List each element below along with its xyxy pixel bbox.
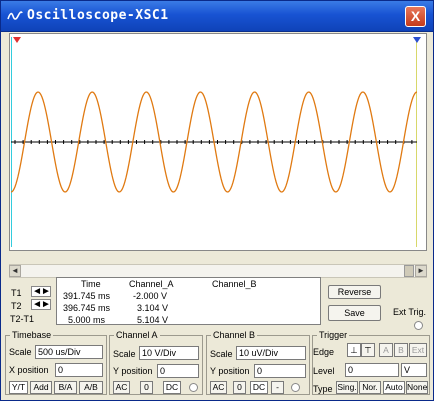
trigger-source-a[interactable]: A	[379, 343, 393, 357]
channel-a-dc-button[interactable]: DC	[163, 381, 181, 394]
header-time: Time	[81, 279, 101, 289]
channel-a-ac-button[interactable]: AC	[113, 381, 130, 394]
close-icon: X	[410, 8, 421, 24]
ext-trig-label: Ext Trig.	[393, 307, 427, 317]
channel-a-scale-label: Scale	[113, 349, 136, 359]
channel-a-ypos-field[interactable]: 0	[157, 364, 199, 378]
t2-channel-a: 3.104 V	[137, 303, 169, 313]
channel-a-group: Channel A Scale 10 V/Div Y position 0 AC…	[109, 330, 203, 395]
channel-b-ypos-label: Y position	[210, 366, 250, 376]
t2-label: T2	[11, 301, 22, 311]
falling-edge-icon: ⊤	[364, 345, 372, 355]
ext-trig-terminal[interactable]	[414, 321, 423, 330]
title-bar[interactable]: Oscilloscope-XSC1 X	[1, 1, 433, 32]
trigger-type-label: Type	[313, 384, 333, 394]
channel-b-label: Channel B	[211, 330, 258, 340]
trigger-type-auto[interactable]: Auto	[383, 381, 405, 394]
left-right-arrow-icon: ◄►	[32, 299, 51, 310]
scroll-thumb[interactable]	[404, 265, 414, 277]
channel-a-scale-field[interactable]: 10 V/Div	[139, 346, 199, 360]
channel-b-terminal[interactable]	[291, 383, 300, 392]
timebase-label: Timebase	[10, 330, 54, 340]
save-button[interactable]: Save	[328, 305, 381, 321]
cursor-readout-table: Time Channel_A Channel_B 391.745 ms -2.0…	[56, 277, 321, 325]
window-title: Oscilloscope-XSC1	[27, 8, 169, 23]
scroll-left-button[interactable]: ◄	[9, 265, 21, 277]
t1-label: T1	[11, 288, 22, 298]
channel-b-minus-button[interactable]: -	[271, 381, 284, 394]
trigger-type-none[interactable]: None	[406, 381, 428, 394]
horizontal-scrollbar[interactable]: ◄ ►	[9, 264, 427, 278]
header-channel-a: Channel_A	[129, 279, 174, 289]
channel-a-label: Channel A	[114, 330, 160, 340]
oscilloscope-window: Oscilloscope-XSC1 X ◄ ► T1 ◄► T2 ◄► T2-T…	[0, 0, 434, 401]
mode-ba-button[interactable]: B/A	[54, 381, 77, 394]
mode-ab-button[interactable]: A/B	[79, 381, 103, 394]
trigger-edge-label: Edge	[313, 347, 335, 357]
cursor-t2-marker[interactable]	[413, 37, 421, 44]
trigger-label: Trigger	[317, 330, 350, 340]
trigger-level-label: Level	[313, 366, 335, 376]
t2-arrow-button[interactable]: ◄►	[31, 299, 51, 310]
dt-channel-a: 5.104 V	[137, 315, 169, 325]
trigger-type-normal[interactable]: Nor.	[359, 381, 381, 394]
oscilloscope-icon	[7, 9, 23, 23]
trigger-source-b[interactable]: B	[394, 343, 408, 357]
edge-falling-button[interactable]: ⊤	[361, 343, 375, 357]
t1-arrow-button[interactable]: ◄►	[31, 286, 51, 297]
t1-time: 391.745 ms	[63, 291, 111, 301]
channel-b-ac-button[interactable]: AC	[210, 381, 227, 394]
timebase-scale-label: Scale	[9, 347, 32, 357]
timebase-group: Timebase Scale 500 us/Div X position 0 Y…	[5, 330, 107, 395]
edge-rising-button[interactable]: ⊥	[347, 343, 361, 357]
x-position-field[interactable]: 0	[55, 363, 103, 377]
scope-display[interactable]	[11, 37, 417, 247]
trigger-level-unit[interactable]: V	[401, 363, 427, 377]
trigger-type-single[interactable]: Sing.	[336, 381, 358, 394]
left-right-arrow-icon: ◄►	[32, 286, 51, 297]
channel-b-scale-label: Scale	[210, 349, 233, 359]
close-button[interactable]: X	[405, 6, 426, 27]
header-channel-b: Channel_B	[212, 279, 257, 289]
t1-channel-a: -2.000 V	[133, 291, 168, 301]
dt-time: 5.000 ms	[68, 315, 106, 325]
rising-edge-icon: ⊥	[350, 345, 358, 355]
t2-t1-label: T2-T1	[10, 314, 35, 324]
cursor-t1-marker[interactable]	[13, 37, 21, 44]
x-position-label: X position	[9, 365, 49, 375]
reverse-button[interactable]: Reverse	[328, 285, 381, 299]
mode-yt-button[interactable]: Y/T	[9, 381, 28, 394]
channel-b-zero-button[interactable]: 0	[233, 381, 246, 394]
channel-b-group: Channel B Scale 10 uV/Div Y position 0 A…	[206, 330, 310, 395]
channel-a-zero-button[interactable]: 0	[140, 381, 153, 394]
trigger-level-field[interactable]: 0	[345, 363, 399, 377]
chevron-left-icon: ◄	[11, 266, 19, 275]
trigger-group: Trigger Edge ⊥ ⊤ A B Ext Level 0 V Type …	[312, 330, 430, 395]
scroll-right-button[interactable]: ►	[415, 265, 427, 277]
channel-a-ypos-label: Y position	[113, 366, 153, 376]
t2-time: 396.745 ms	[63, 303, 111, 313]
channel-b-scale-field[interactable]: 10 uV/Div	[236, 346, 306, 360]
trigger-source-ext[interactable]: Ext	[409, 343, 427, 357]
channel-a-terminal[interactable]	[189, 383, 198, 392]
mode-add-button[interactable]: Add	[30, 381, 52, 394]
channel-b-ypos-field[interactable]: 0	[254, 364, 306, 378]
chevron-right-icon: ►	[417, 266, 425, 275]
channel-b-dc-button[interactable]: DC	[250, 381, 268, 394]
timebase-scale-field[interactable]: 500 us/Div	[35, 345, 103, 359]
